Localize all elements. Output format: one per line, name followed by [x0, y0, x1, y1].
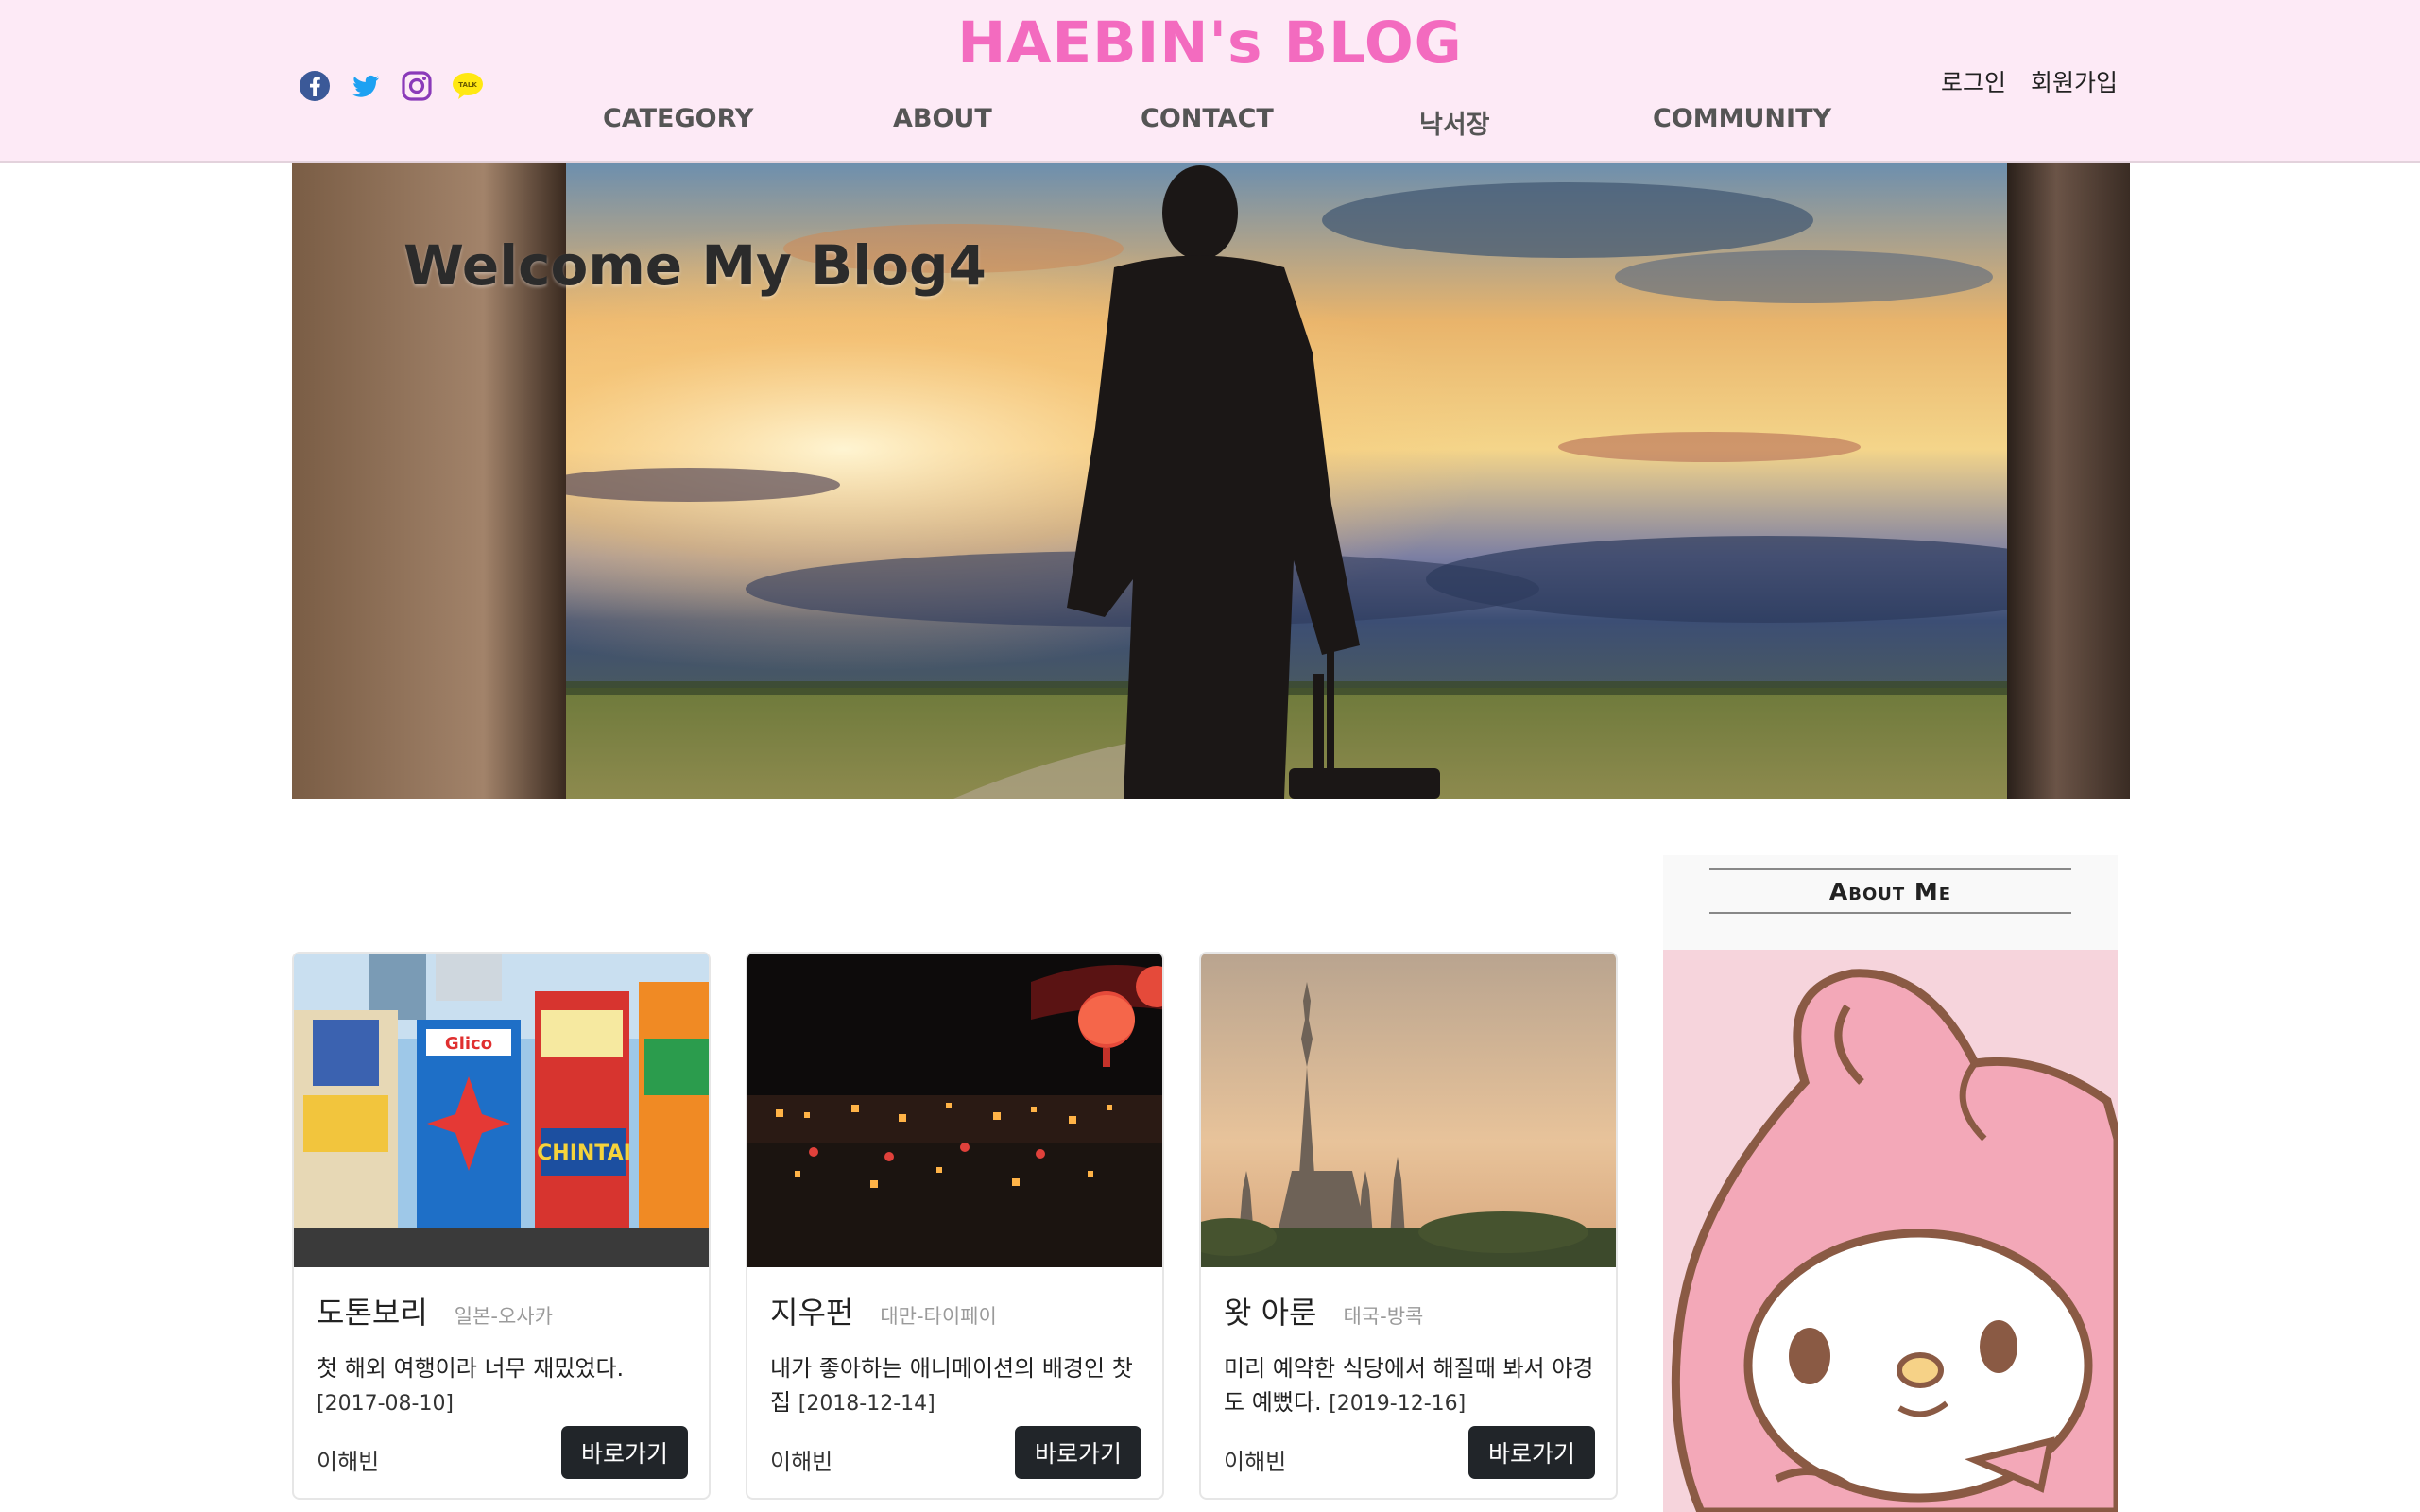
about-me-heading: About Me — [1709, 868, 2071, 914]
social-links: TALK — [299, 70, 484, 102]
card-image — [1201, 954, 1616, 1267]
card-image: Glico CHINTAI — [294, 954, 709, 1267]
nav-community[interactable]: COMMUNITY — [1653, 104, 1831, 133]
site-header: HAEBIN's BLOG TALK CATEGORY ABOUT CONTAC… — [0, 0, 2420, 163]
instagram-icon[interactable] — [401, 70, 433, 102]
go-button[interactable]: 바로가기 — [1468, 1426, 1595, 1479]
go-button[interactable]: 바로가기 — [1015, 1426, 1141, 1479]
card-author: 이해빈 — [770, 1449, 833, 1475]
card-text: 첫 해외 여행이라 너무 재밌었다. — [317, 1355, 625, 1382]
hero-title: Welcome My Blog4 — [403, 233, 987, 298]
card-body: 왓 아룬 태국-방콕 미리 예약한 식당에서 해질때 봐서 야경도 예뻤다. [2… — [1224, 1289, 1595, 1421]
nav-about[interactable]: ABOUT — [893, 104, 992, 133]
card-body: 도톤보리 일본-오사카 첫 해외 여행이라 너무 재밌었다. [2017-08-10… — [317, 1289, 688, 1421]
card-location: 일본-오사카 — [454, 1305, 553, 1328]
twitter-icon[interactable] — [350, 70, 382, 102]
kakaotalk-icon[interactable]: TALK — [452, 70, 484, 102]
card-author: 이해빈 — [1224, 1449, 1287, 1475]
card-image — [747, 954, 1162, 1267]
signup-link[interactable]: 회원가입 — [2031, 64, 2118, 98]
hero-banner: Welcome My Blog4 — [292, 163, 2130, 799]
facebook-icon[interactable] — [299, 70, 331, 102]
svg-text:CHINTAI: CHINTAI — [537, 1142, 631, 1165]
nav-contact[interactable]: CONTACT — [1141, 104, 1274, 133]
post-card-dotonbori: Glico CHINTAI 도톤보리 일본-오사카 첫 해외 여행이라 너무 재밌… — [292, 952, 711, 1500]
nav-guestbook[interactable]: 낙서장 — [1419, 104, 1490, 141]
svg-text:Glico: Glico — [445, 1034, 492, 1054]
go-button[interactable]: 바로가기 — [561, 1426, 688, 1479]
login-link[interactable]: 로그인 — [1941, 64, 2006, 98]
post-card-wat-arun: 왓 아룬 태국-방콕 미리 예약한 식당에서 해질때 봐서 야경도 예뻤다. [2… — [1199, 952, 1618, 1500]
profile-image — [1663, 950, 2118, 1512]
nav-category[interactable]: CATEGORY — [603, 104, 753, 133]
card-date: [2018-12-14] — [798, 1392, 935, 1416]
card-author: 이해빈 — [317, 1449, 380, 1475]
card-location: 태국-방콕 — [1343, 1305, 1424, 1328]
main-nav: CATEGORY ABOUT CONTACT 낙서장 COMMUNITY — [0, 104, 2420, 142]
card-date: [2017-08-10] — [317, 1392, 455, 1416]
post-card-jiufen: 지우펀 대만-타이페이 내가 좋아하는 애니메이션의 배경인 찻집 [2018-1… — [746, 952, 1164, 1500]
card-body: 지우펀 대만-타이페이 내가 좋아하는 애니메이션의 배경인 찻집 [2018-1… — [770, 1289, 1141, 1421]
card-location: 대만-타이페이 — [880, 1305, 997, 1328]
card-title[interactable]: 도톤보리 — [317, 1295, 428, 1331]
about-me-panel: About Me — [1663, 855, 2118, 1512]
card-title[interactable]: 지우펀 — [770, 1295, 853, 1331]
card-title[interactable]: 왓 아룬 — [1224, 1295, 1317, 1331]
card-date: [2019-12-16] — [1329, 1392, 1467, 1416]
svg-text:TALK: TALK — [458, 81, 477, 89]
auth-links: 로그인 회원가입 — [1941, 64, 2118, 98]
